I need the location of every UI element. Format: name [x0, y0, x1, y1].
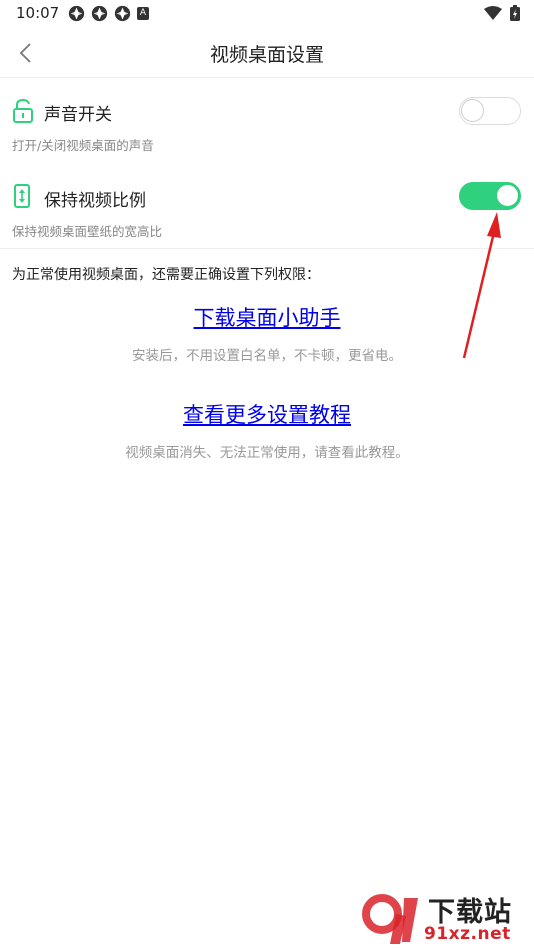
permission-note: 为正常使用视频桌面，还需要正确设置下列权限： [12, 267, 320, 283]
a-badge-icon: A [137, 7, 149, 20]
aperture-icon [91, 5, 108, 22]
wifi-icon [484, 6, 502, 20]
aperture-icon [114, 5, 131, 22]
phone-aspect-icon [14, 184, 30, 208]
aperture-icon [68, 5, 85, 22]
setting-aspect-description: 保持视频桌面壁纸的宽高比 [12, 224, 163, 239]
setting-aspect-title: 保持视频比例 [44, 191, 146, 211]
battery-icon [510, 5, 520, 21]
setting-aspect-ratio: 保持视频比例 保持视频桌面壁纸的宽高比 [0, 162, 534, 248]
aspect-ratio-toggle[interactable] [459, 182, 521, 210]
header: 视频桌面设置 [0, 28, 534, 78]
watermark-url: 91xz.net [424, 924, 511, 944]
sound-toggle[interactable] [459, 97, 521, 125]
more-tutorials-link[interactable]: 查看更多设置教程 [0, 399, 534, 429]
unlock-icon [13, 98, 33, 123]
watermark-logo: 下载站 91xz.net [360, 890, 530, 948]
watermark-emblem-icon [362, 894, 418, 944]
settings-divider [0, 248, 534, 249]
download-helper-description: 安装后，不用设置白名单，不卡顿，更省电。 [132, 348, 402, 364]
more-tutorials-description: 视频桌面消失、无法正常使用，请查看此教程。 [125, 445, 409, 461]
download-helper-link[interactable]: 下载桌面小助手 [0, 302, 534, 332]
toggle-knob [461, 99, 484, 122]
notification-icons: A [68, 5, 149, 22]
setting-sound: 声音开关 打开/关闭视频桌面的声音 [0, 78, 534, 158]
status-right-icons [484, 5, 520, 21]
toggle-knob [496, 184, 519, 207]
status-time: 10:07 [16, 4, 60, 22]
status-bar: 10:07 A [0, 0, 534, 28]
setting-sound-title: 声音开关 [44, 105, 112, 125]
setting-sound-description: 打开/关闭视频桌面的声音 [12, 138, 154, 153]
page-title: 视频桌面设置 [209, 44, 324, 66]
